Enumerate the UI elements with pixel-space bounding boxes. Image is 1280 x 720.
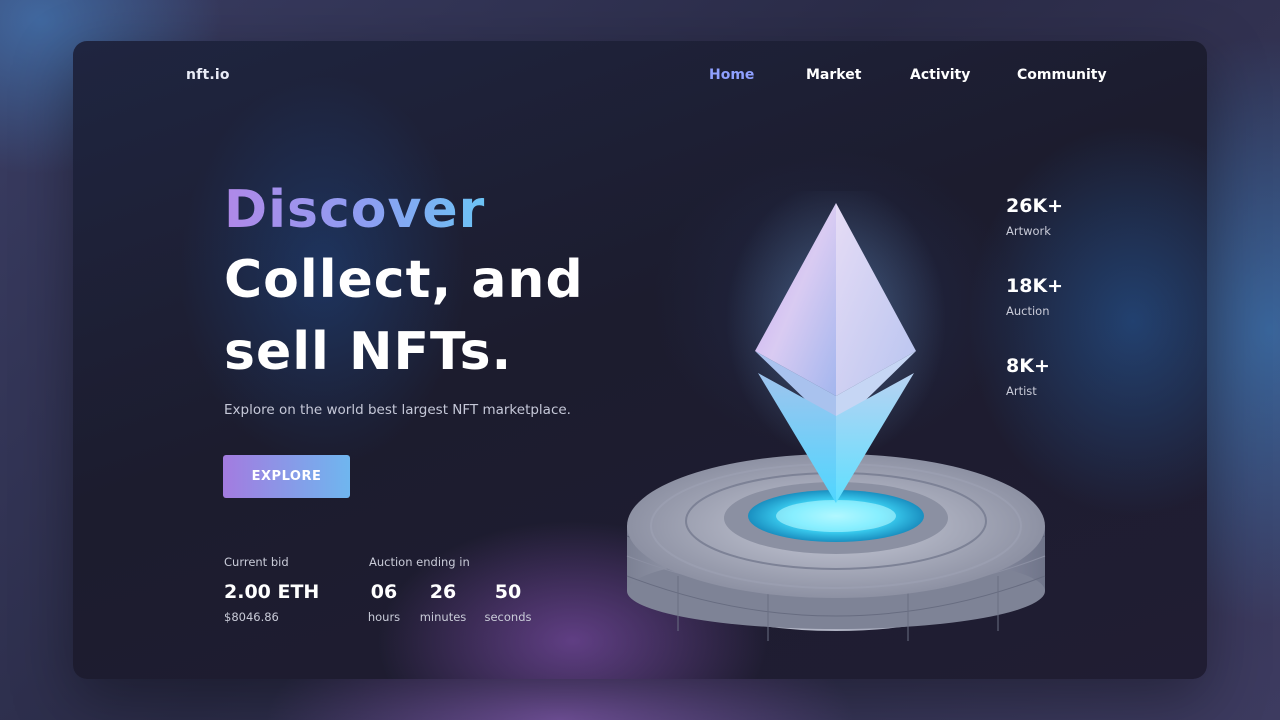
stat-artist-label: Artist (1006, 384, 1037, 398)
auction-ending-label: Auction ending in (369, 555, 470, 569)
main-nav: Home Market Activity Community (73, 67, 1207, 87)
stat-artwork-label: Artwork (1006, 224, 1051, 238)
countdown-minutes-label: minutes (419, 610, 467, 624)
stat-artwork-value: 26K+ (1006, 195, 1064, 217)
hero-title-line-3: sell NFTs. (224, 322, 513, 382)
stat-artist-value: 8K+ (1006, 355, 1050, 377)
countdown-seconds-label: seconds (484, 610, 532, 624)
current-bid-value: 2.00 ETH (224, 581, 320, 603)
nav-home[interactable]: Home (709, 67, 754, 83)
hero-title-line-2: Collect, and (224, 250, 584, 310)
countdown-minutes: 26 (429, 581, 457, 603)
explore-button[interactable]: EXPLORE (223, 455, 350, 498)
hero-card: nft.io Home Market Activity Community Di… (73, 41, 1207, 679)
countdown-hours-label: hours (367, 610, 401, 624)
countdown-seconds: 50 (494, 581, 522, 603)
countdown-hours: 06 (370, 581, 398, 603)
nav-market[interactable]: Market (806, 67, 861, 83)
nav-activity[interactable]: Activity (910, 67, 970, 83)
current-bid-label: Current bid (224, 555, 289, 569)
stat-auction-label: Auction (1006, 304, 1050, 318)
hero-title-highlight: Discover (224, 180, 486, 240)
stat-auction-value: 18K+ (1006, 275, 1064, 297)
nav-community[interactable]: Community (1017, 67, 1107, 83)
ethereum-pedestal-artwork (626, 191, 1046, 641)
hero-subtitle: Explore on the world best largest NFT ma… (224, 402, 571, 418)
current-bid-usd: $8046.86 (224, 610, 279, 624)
